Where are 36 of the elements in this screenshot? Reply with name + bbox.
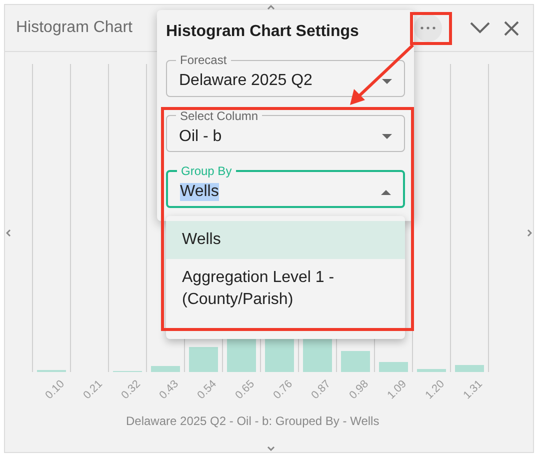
field-value: Oil - b [179,128,222,146]
axis-label: 0.43 [156,378,180,402]
caret-down-icon [382,78,392,84]
caret-down-icon [267,446,275,451]
field-label: Forecast [179,53,228,67]
field-label: Select Column [179,108,260,123]
chevron-down-icon[interactable] [470,22,490,34]
select-field[interactable]: Forecast Delaware 2025 Q2 [166,53,405,97]
caret-right-icon [527,229,532,237]
select-field[interactable]: Select Column Oil - b [166,108,405,152]
more-button[interactable] [414,14,442,42]
axis-label: 0.98 [346,378,370,402]
axis-label: 1.09 [384,378,408,402]
close-icon[interactable] [504,20,519,36]
caret-up-icon [381,190,391,195]
field-value: Delaware 2025 Q2 [179,72,312,90]
axis-label: 0.21 [80,378,104,402]
highlight-frame [410,12,452,45]
annotation-arrow [348,43,415,107]
caret-down-icon [382,134,392,140]
axis-label: 0.54 [194,378,218,402]
menu-item[interactable]: Aggregation Level 1 - (County/Parish) [166,259,405,319]
menu-item[interactable]: Wells [166,221,405,259]
popup-title: Histogram Chart Settings [166,23,360,41]
field-label: Group By [180,164,233,178]
panel-title: Histogram Chart [16,19,132,37]
axis-label: 0.10 [42,378,66,402]
select-field[interactable]: Group By Wells [166,164,405,208]
caret-left-icon [6,229,11,237]
more-dots-icon [420,26,436,30]
caret-up-icon [267,5,275,10]
axis-label: 0.76 [270,378,294,402]
chart-caption: Delaware 2025 Q2 - Oil - b: Grouped By - Wells [126,414,380,428]
axis-label: 1.31 [460,378,484,402]
axis-label: 0.32 [118,378,142,402]
field-value: Wells [180,183,219,202]
